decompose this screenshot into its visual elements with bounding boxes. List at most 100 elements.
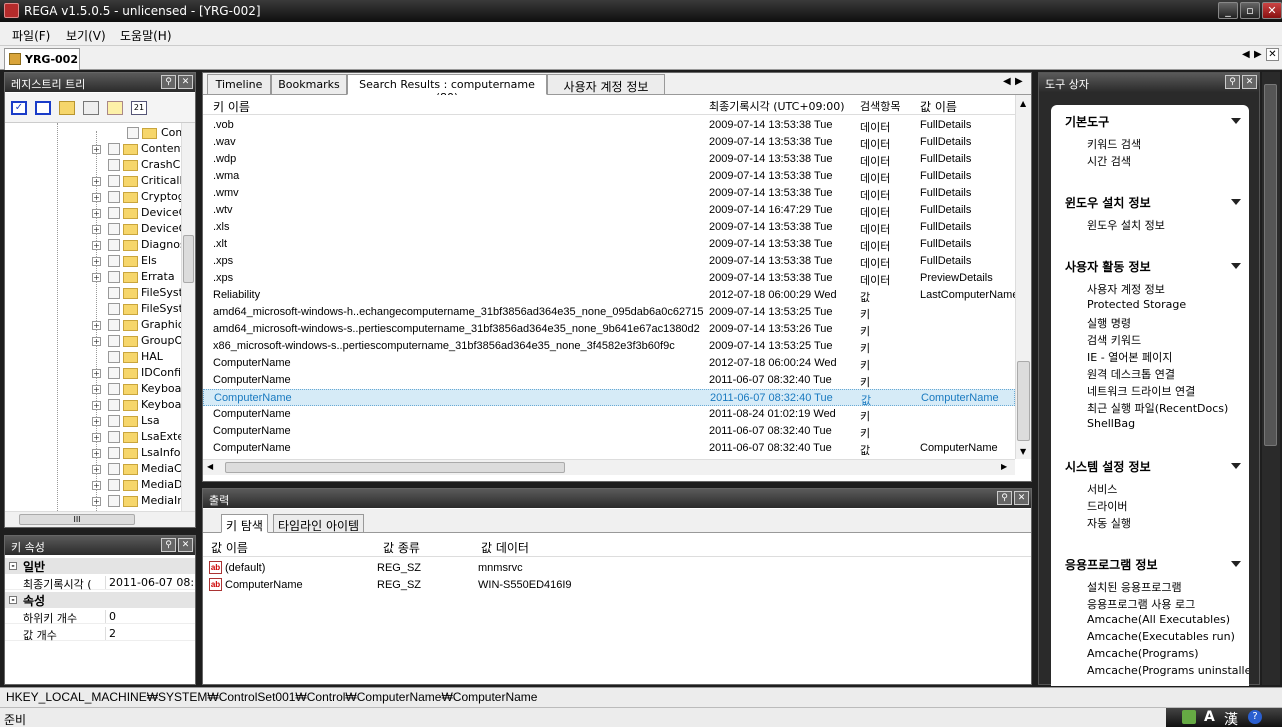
result-row[interactable]: amd64_microsoft-windows-h..echangecomput…	[203, 304, 1015, 321]
scroll-down-icon[interactable]: ▼	[1020, 447, 1026, 456]
tree-horizontal-scrollbar[interactable]: III	[5, 511, 195, 527]
minimize-button[interactable]: _	[1218, 2, 1238, 19]
expand-icon[interactable]: +	[92, 385, 101, 394]
tree-checkbox[interactable]	[108, 303, 120, 315]
property-row[interactable]: 값 개수 2	[5, 625, 195, 642]
toolbox-section-header[interactable]: 시스템 설정 정보	[1065, 458, 1151, 475]
tree-node[interactable]: + MediaCa	[5, 461, 181, 477]
expand-icon[interactable]: +	[92, 209, 101, 218]
expand-icon[interactable]: +	[92, 449, 101, 458]
result-row[interactable]: .wma 2009-07-14 13:53:38 Tue 데이터 FullDetail…	[203, 168, 1015, 185]
result-row[interactable]: Reliability 2012-07-18 06:00:29 Wed 값 LastC…	[203, 287, 1015, 304]
tree-checkbox[interactable]	[108, 383, 120, 395]
results-vertical-scrollbar[interactable]: ▲ ▼	[1015, 95, 1031, 459]
collapse-icon[interactable]: -	[9, 596, 17, 604]
tree-checkbox[interactable]	[108, 367, 120, 379]
tree-checkbox[interactable]	[108, 143, 120, 155]
tab-scroll-right-icon[interactable]: ▶	[1015, 76, 1023, 87]
tab-key-explorer[interactable]: 키 탐색	[221, 514, 268, 533]
toolbox-scroll-thumb[interactable]	[1264, 84, 1277, 446]
tab-timeline[interactable]: Timeline	[207, 74, 271, 95]
toolbox-item[interactable]: 시간 검색	[1087, 153, 1131, 169]
close-button[interactable]: ✕	[1262, 2, 1282, 19]
column-value-name[interactable]: 값 이름	[211, 539, 248, 556]
result-row[interactable]: ComputerName 2012-07-18 06:00:24 Wed 키	[203, 355, 1015, 372]
tree-checkbox[interactable]	[108, 351, 120, 363]
tree-node[interactable]: + Keyboar	[5, 381, 181, 397]
column-key-name[interactable]: 키 이름	[213, 98, 250, 115]
tree-checkbox[interactable]	[108, 431, 120, 443]
tree-checkbox[interactable]	[108, 463, 120, 475]
collapse-arrow-icon[interactable]	[1231, 263, 1241, 269]
result-row[interactable]: .xps 2009-07-14 13:53:38 Tue 데이터 FullDetail…	[203, 253, 1015, 270]
toolbox-item[interactable]: 실행 명령	[1087, 315, 1131, 331]
value-row[interactable]: ab (default) REG_SZ mnmsrvc	[203, 560, 1031, 577]
expand-icon[interactable]: +	[92, 481, 101, 490]
results-scroll-thumb[interactable]	[1017, 361, 1030, 441]
result-row[interactable]: .xls 2009-07-14 13:53:38 Tue 데이터 FullDetail…	[203, 219, 1015, 236]
toolbox-item[interactable]: Amcache(All Executables)	[1087, 613, 1230, 626]
expand-icon[interactable]: +	[92, 321, 101, 330]
collapse-arrow-icon[interactable]	[1231, 561, 1241, 567]
column-value-data[interactable]: 값 데이터	[481, 539, 529, 556]
expand-icon[interactable]: +	[92, 225, 101, 234]
collapse-icon[interactable]: -	[9, 562, 17, 570]
close-panel-icon[interactable]: ✕	[1242, 75, 1257, 89]
tab-timeline-items[interactable]: 타임라인 아이템	[273, 514, 365, 533]
tree-node[interactable]: + GroupOr	[5, 333, 181, 349]
collapse-arrow-icon[interactable]	[1231, 463, 1241, 469]
result-row[interactable]: x86_microsoft-windows-s..pertiescomputer…	[203, 338, 1015, 355]
toolbox-item[interactable]: 검색 키워드	[1087, 332, 1141, 348]
tree-node[interactable]: + Diagnost	[5, 237, 181, 253]
toolbox-item[interactable]: Amcache(Programs)	[1087, 647, 1199, 660]
tree-checkbox[interactable]	[108, 447, 120, 459]
tree-node[interactable]: + MediaDR	[5, 477, 181, 493]
tree-node[interactable]: + LsaInfor	[5, 445, 181, 461]
uncheck-all-icon[interactable]	[35, 101, 51, 115]
toolbox-item[interactable]: IE - 열어본 페이지	[1087, 349, 1172, 365]
tab-search-results[interactable]: Search Results : computername (80)	[347, 74, 547, 104]
expand-icon[interactable]: +	[92, 241, 101, 250]
tree-checkbox[interactable]	[108, 175, 120, 187]
help-icon[interactable]: ?	[1248, 710, 1262, 724]
result-row[interactable]: .xps 2009-07-14 13:53:38 Tue 데이터 PreviewDet…	[203, 270, 1015, 287]
ime-tools-icon[interactable]	[1182, 710, 1196, 724]
scroll-up-icon[interactable]: ▲	[1020, 99, 1026, 108]
toolbox-item[interactable]: 설치된 응용프로그램	[1087, 579, 1182, 595]
property-row[interactable]: 하위키 개수 0	[5, 608, 195, 625]
tree-checkbox[interactable]	[108, 287, 120, 299]
toolbox-item[interactable]: 자동 실행	[1087, 515, 1131, 531]
expand-icon[interactable]: +	[92, 369, 101, 378]
result-row[interactable]: amd64_microsoft-windows-s..pertiescomput…	[203, 321, 1015, 338]
property-row[interactable]: 최종기록시각 (2011-06-07 08:32	[5, 574, 195, 591]
note-icon[interactable]	[107, 101, 123, 115]
tree-node[interactable]: + IDConfig	[5, 365, 181, 381]
results-hscroll-thumb[interactable]	[225, 462, 565, 473]
tree-node[interactable]: HAL	[5, 349, 181, 365]
toolbox-item[interactable]: ShellBag	[1087, 417, 1135, 430]
result-row[interactable]: .wav 2009-07-14 13:53:38 Tue 데이터 FullDetail…	[203, 134, 1015, 151]
pin-icon[interactable]: ⚲	[1225, 75, 1240, 89]
maximize-button[interactable]: ▫	[1240, 2, 1260, 19]
tree-node[interactable]: + Keyboar	[5, 397, 181, 413]
tree-checkbox[interactable]	[108, 255, 120, 267]
tree-checkbox[interactable]	[108, 191, 120, 203]
expand-icon[interactable]: +	[92, 417, 101, 426]
result-row[interactable]: .xlt 2009-07-14 13:53:38 Tue 데이터 FullDetail…	[203, 236, 1015, 253]
results-horizontal-scrollbar[interactable]: ◀ ▶	[203, 459, 1015, 475]
close-document-icon[interactable]: ✕	[1266, 48, 1279, 61]
expand-icon[interactable]: +	[92, 145, 101, 154]
check-all-icon[interactable]: ✓	[11, 101, 27, 115]
scroll-right-icon[interactable]: ▶	[1001, 462, 1007, 471]
scroll-left-icon[interactable]: ◀	[207, 462, 213, 471]
tree-node[interactable]: + Cryptogr	[5, 189, 181, 205]
toolbox-section-header[interactable]: 기본도구	[1065, 113, 1109, 130]
calendar-icon[interactable]: 21	[131, 101, 147, 115]
toolbox-item[interactable]: Amcache(Programs uninstalled)	[1087, 664, 1249, 677]
collapse-arrow-icon[interactable]	[1231, 118, 1241, 124]
result-row[interactable]: ComputerName 2011-06-07 08:32:40 Tue 키	[203, 423, 1015, 440]
tree-checkbox[interactable]	[108, 415, 120, 427]
column-value-name[interactable]: 값 이름	[920, 98, 957, 115]
tree-node[interactable]: + Graphics	[5, 317, 181, 333]
tree-node[interactable]: + MediaInt	[5, 493, 181, 509]
